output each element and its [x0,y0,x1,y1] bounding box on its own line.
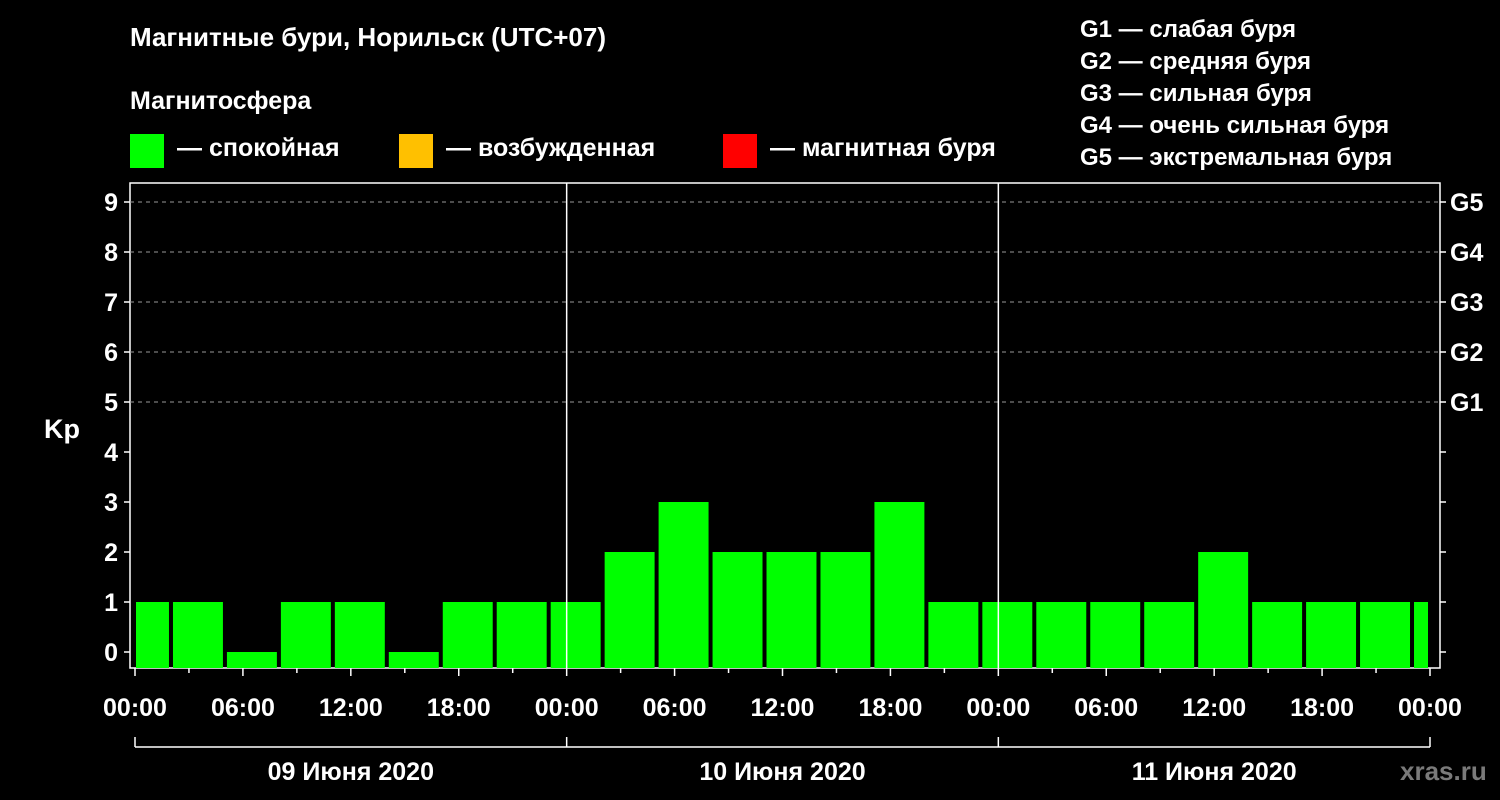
g-tick-label: G1 [1450,389,1483,417]
g-tick-label: G3 [1450,289,1483,317]
kp-bar [226,652,277,668]
x-tick-label: 00:00 [966,694,1030,722]
day-label: 10 Июня 2020 [699,758,865,786]
x-tick-label: 12:00 [751,694,815,722]
x-tick-label: 06:00 [211,694,275,722]
day-label: 09 Июня 2020 [268,758,434,786]
kp-bar [496,602,547,668]
y-tick-label: 0 [104,639,118,667]
kp-bar [874,502,925,668]
kp-bar [820,552,871,668]
y-tick-label: 6 [104,339,118,367]
x-tick-label: 18:00 [427,694,491,722]
g-tick-label: G2 [1450,339,1483,367]
kp-bar [1252,602,1303,668]
x-tick-label: 06:00 [1074,694,1138,722]
y-tick-label: 1 [104,589,118,617]
day-label: 11 Июня 2020 [1132,758,1297,786]
y-axis-label: Kp [44,414,80,444]
g-tick-label: G5 [1450,189,1483,217]
kp-bar [550,602,601,668]
watermark: xras.ru [1400,756,1487,786]
kp-bar [1414,602,1428,668]
x-tick-label: 12:00 [319,694,383,722]
x-tick-label: 12:00 [1182,694,1246,722]
x-tick-label: 00:00 [1398,694,1462,722]
y-tick-label: 5 [104,389,118,417]
y-tick-label: 4 [104,439,118,467]
kp-bar [1090,602,1141,668]
x-tick-label: 06:00 [643,694,707,722]
kp-bar [388,652,439,668]
kp-bar [172,602,223,668]
kp-bar-chart: 0 1 2 3 4 5 6 7 8 9 G1 G2 G3 G4 G5 Kp 00:00 06:00 12:00 18:… [44,182,1483,786]
kp-bar [928,602,979,668]
kp-bar [766,552,817,668]
y-tick-label: 3 [104,489,118,517]
kp-bar [982,602,1033,668]
kp-bar [1306,602,1357,668]
x-tick-label: 18:00 [1290,694,1354,722]
y-tick-label: 9 [104,189,118,217]
x-tick-label: 00:00 [103,694,167,722]
x-tick-label: 18:00 [858,694,922,722]
kp-bar [1144,602,1195,668]
kp-bar [1360,602,1411,668]
kp-bar [136,602,169,668]
kp-bar [712,552,763,668]
kp-bar [280,602,331,668]
kp-bar [604,552,655,668]
y-tick-label: 7 [104,289,118,317]
kp-bar [1198,552,1249,668]
y-tick-label: 8 [104,239,118,267]
kp-bar [334,602,385,668]
y-tick-label: 2 [104,539,118,567]
g-tick-label: G4 [1450,239,1483,267]
kp-bar [442,602,493,668]
x-tick-label: 00:00 [535,694,599,722]
kp-bar [1036,602,1087,668]
kp-bar [658,502,709,668]
